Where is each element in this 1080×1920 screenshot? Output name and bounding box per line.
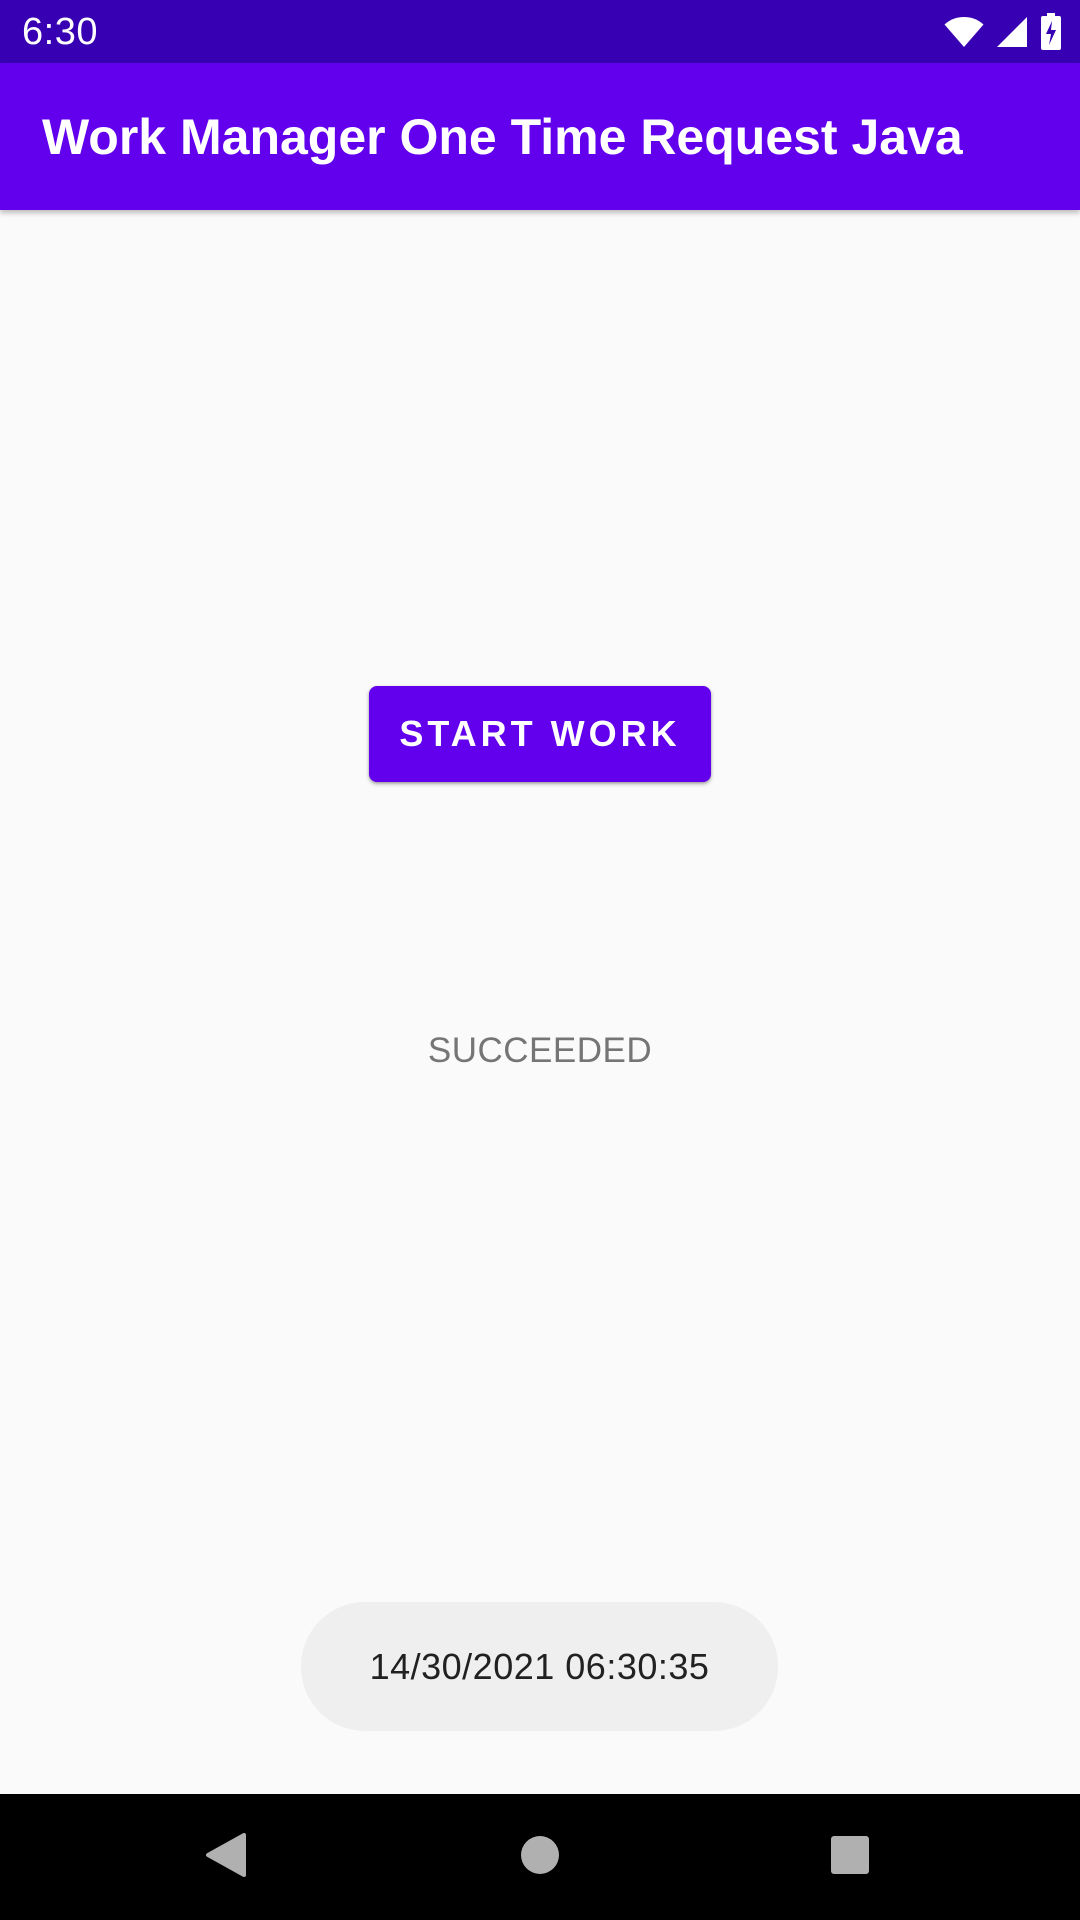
back-icon xyxy=(204,1832,248,1883)
work-status-text: SUCCEEDED xyxy=(427,1031,653,1070)
nav-back-button[interactable] xyxy=(146,1794,306,1920)
toast-message: 14/30/2021 06:30:35 xyxy=(301,1602,778,1731)
navigation-bar xyxy=(0,1794,1080,1920)
status-time: 6:30 xyxy=(22,11,98,53)
nav-home-button[interactable] xyxy=(460,1794,620,1920)
status-icons xyxy=(944,12,1062,52)
app-bar: Work Manager One Time Request Java xyxy=(0,63,1080,210)
app-screen: 6:30 Work Manager One Time Request Java … xyxy=(0,0,1080,1920)
app-title: Work Manager One Time Request Java xyxy=(42,109,963,165)
home-icon xyxy=(520,1835,560,1880)
recents-icon xyxy=(830,1835,870,1880)
cell-signal-icon xyxy=(996,16,1028,48)
battery-charging-icon xyxy=(1040,13,1062,51)
start-work-button[interactable]: START WORK xyxy=(369,686,711,782)
nav-recents-button[interactable] xyxy=(770,1794,930,1920)
status-bar: 6:30 xyxy=(0,0,1080,63)
wifi-icon xyxy=(944,16,984,48)
